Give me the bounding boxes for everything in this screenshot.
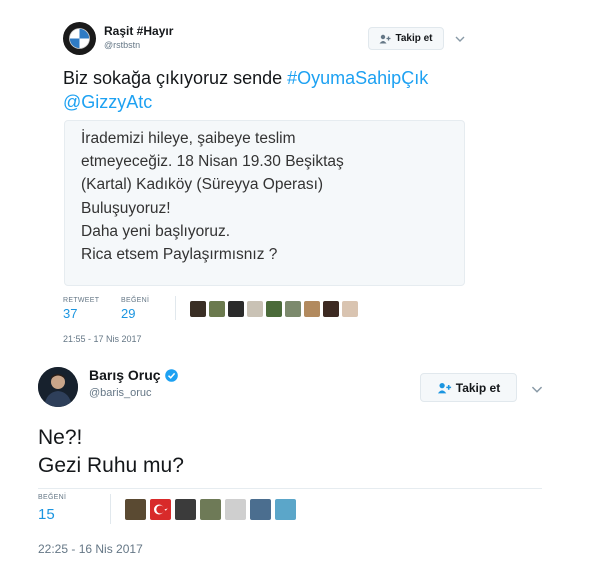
liker-avatar[interactable]	[150, 499, 171, 520]
mention-link[interactable]: @GizzyAtc	[63, 92, 152, 112]
liker-avatar[interactable]	[285, 301, 301, 317]
tweet-text-line: Gezi Ruhu mu?	[38, 454, 184, 477]
timestamp[interactable]: 21:55 - 17 Nis 2017	[63, 334, 142, 344]
quote-line: etmeyeceğiz. 18 Nisan 19.30 Beşiktaş	[81, 153, 344, 171]
profile-photo-icon	[38, 367, 78, 407]
handle[interactable]: @rstbstn	[104, 40, 140, 50]
likers-row	[190, 301, 358, 317]
tweet-text: Biz sokağa çıkıyoruz sende #OyumaSahipÇı…	[63, 66, 503, 114]
quote-line: Daha yeni başlıyoruz.	[81, 222, 231, 240]
bmw-logo-icon	[63, 22, 96, 55]
liker-avatar[interactable]	[275, 499, 296, 520]
liker-avatar[interactable]	[323, 301, 339, 317]
verified-badge-icon	[164, 368, 178, 382]
tweet-text-line: Biz sokağa çıkıyoruz sende	[63, 68, 288, 88]
liker-avatar[interactable]	[209, 301, 225, 317]
quote-line: İrademizi hileye, şaibeye teslim	[81, 130, 296, 147]
quote-line: (Kartal) Kadıköy (Süreyya Operası)	[81, 176, 324, 194]
avatar[interactable]	[63, 22, 96, 55]
quote-image[interactable]: İrademizi hileye, şaibeye teslim etmeyec…	[64, 120, 465, 286]
like-label: BEĞENİ	[121, 297, 150, 304]
display-name[interactable]: Raşit #Hayır	[104, 24, 173, 38]
follow-button[interactable]: Takip et	[420, 373, 517, 402]
handle[interactable]: @baris_oruc	[89, 387, 152, 399]
liker-avatar[interactable]	[190, 301, 206, 317]
retweet-label: RETWEET	[63, 297, 100, 304]
likers-row	[125, 499, 296, 520]
divider	[38, 488, 542, 489]
follow-button-label: Takip et	[395, 33, 433, 44]
stats-divider	[175, 296, 176, 320]
liker-avatar[interactable]	[250, 499, 271, 520]
like-count[interactable]: 29	[121, 306, 135, 321]
liker-avatar[interactable]	[247, 301, 263, 317]
like-count[interactable]: 15	[38, 506, 55, 523]
timestamp[interactable]: 22:25 - 16 Nis 2017	[38, 542, 143, 556]
liker-avatar[interactable]	[304, 301, 320, 317]
turkish-flag-icon	[154, 504, 168, 515]
tweet-text: Ne?! Gezi Ruhu mu?	[38, 424, 184, 480]
liker-avatar[interactable]	[266, 301, 282, 317]
quote-line: Buluşuyoruz!	[81, 199, 171, 217]
avatar[interactable]	[38, 367, 78, 407]
display-name[interactable]: Barış Oruç	[89, 367, 178, 383]
chevron-down-icon[interactable]	[455, 30, 465, 48]
liker-avatar[interactable]	[175, 499, 196, 520]
quote-line: Rica etsem Paylaşırmısnız ?	[81, 246, 278, 264]
liker-avatar[interactable]	[342, 301, 358, 317]
liker-avatar[interactable]	[125, 499, 146, 520]
like-label: BEĞENİ	[38, 494, 67, 501]
add-user-icon	[379, 34, 391, 43]
liker-avatar[interactable]	[225, 499, 246, 520]
retweet-count[interactable]: 37	[63, 306, 77, 321]
hashtag-link[interactable]: #OyumaSahipÇık	[287, 68, 428, 88]
follow-button-label: Takip et	[455, 380, 501, 395]
follow-button[interactable]: Takip et	[368, 27, 444, 50]
stats-divider	[110, 494, 111, 524]
display-name-text: Barış Oruç	[89, 367, 161, 383]
liker-avatar[interactable]	[200, 499, 221, 520]
add-user-icon	[437, 382, 451, 393]
tweet-text-line: Ne?!	[38, 426, 83, 449]
chevron-down-icon[interactable]	[531, 381, 543, 399]
liker-avatar[interactable]	[228, 301, 244, 317]
